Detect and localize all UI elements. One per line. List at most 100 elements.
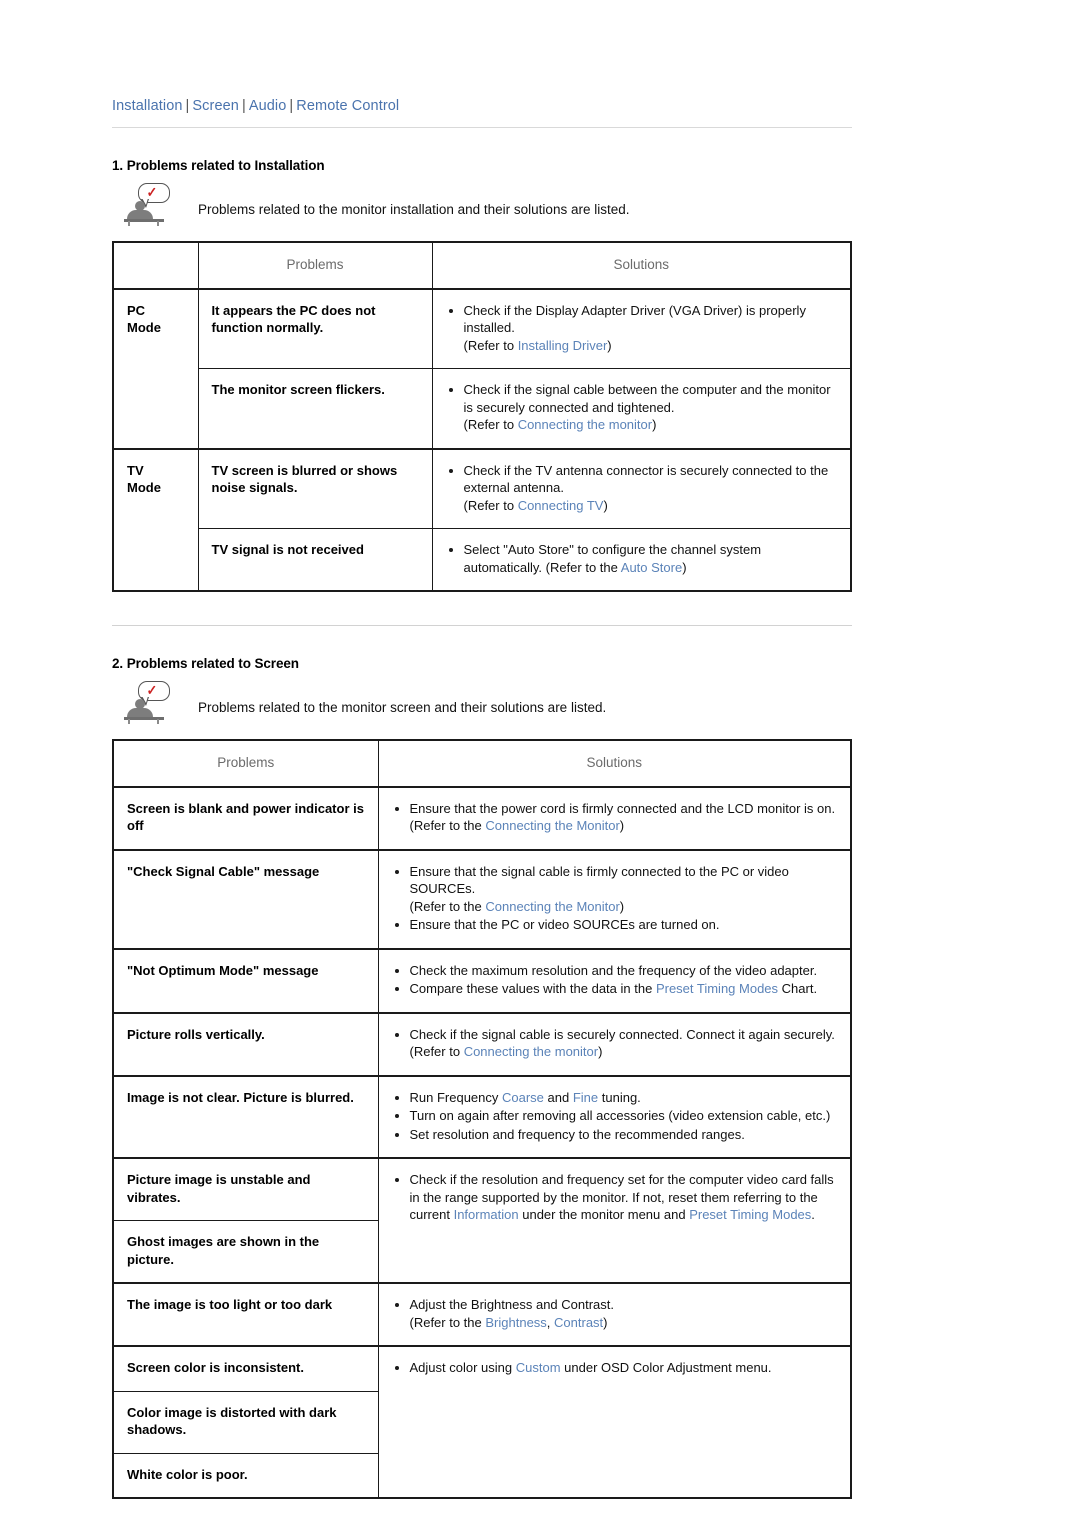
mode-cell-tv: TV Mode [112, 447, 199, 591]
link-installing-driver[interactable]: Installing Driver [518, 338, 608, 353]
solution-cell: Ensure that the signal cable is firmly c… [377, 848, 852, 949]
section-note-installation: ✓ Problems related to the monitor instal… [112, 183, 852, 226]
list-item: Adjust the Brightness and Contrast. (Refe… [392, 1296, 838, 1331]
desk-leg-right [157, 719, 159, 724]
person-body-shape [127, 708, 153, 717]
table-row: "Check Signal Cable" message Ensure that… [112, 848, 852, 949]
problem-cell: White color is poor. [112, 1452, 379, 1499]
list-item: Ensure that the signal cable is firmly c… [392, 863, 838, 916]
solution-cell: Run Frequency Coarse and Fine tuning. Tu… [377, 1074, 852, 1159]
col-header-solutions: Solutions [377, 739, 852, 788]
problem-cell: The monitor screen flickers. [197, 368, 433, 449]
solution-cell: Check if the resolution and frequency se… [377, 1157, 852, 1284]
link-coarse[interactable]: Coarse [502, 1090, 544, 1105]
problem-cell: Picture image is unstable and vibrates. [112, 1157, 379, 1221]
problem-cell: It appears the PC does not function norm… [197, 288, 433, 369]
person-speech-bubble-check-icon: ✓ [124, 681, 180, 724]
screen-table-body: Screen is blank and power indicator is o… [112, 785, 852, 1499]
solution-cell: Select "Auto Store" to configure the cha… [431, 528, 852, 592]
problem-cell: Image is not clear. Picture is blurred. [112, 1074, 379, 1159]
table-row: Image is not clear. Picture is blurred. … [112, 1074, 852, 1159]
link-fine[interactable]: Fine [573, 1090, 598, 1105]
problem-cell: Screen color is inconsistent. [112, 1345, 379, 1392]
link-brightness[interactable]: Brightness [485, 1315, 546, 1330]
problem-cell: "Not Optimum Mode" message [112, 947, 379, 1013]
section-screen: 2. Problems related to Screen ✓ Problems… [112, 656, 852, 1499]
link-connecting-tv[interactable]: Connecting TV [518, 498, 604, 513]
desk-leg-left [128, 221, 130, 226]
link-connecting-the-monitor[interactable]: Connecting the Monitor [485, 899, 619, 914]
link-auto-store[interactable]: Auto Store [621, 560, 682, 575]
table-row: "Not Optimum Mode" message Check the max… [112, 947, 852, 1013]
desk-leg-right [157, 221, 159, 226]
problem-cell: "Check Signal Cable" message [112, 848, 379, 949]
screen-problems-table: Problems Solutions Screen is blank and p… [112, 739, 852, 1499]
table-row: The image is too light or too dark Adjus… [112, 1282, 852, 1347]
list-item: Run Frequency Coarse and Fine tuning. [392, 1089, 838, 1107]
problem-cell: Picture rolls vertically. [112, 1011, 379, 1076]
list-item: Ensure that the power cord is firmly con… [392, 800, 838, 835]
check-mark-icon: ✓ [146, 682, 158, 698]
installation-table-body: PC Mode It appears the PC does not functi… [112, 288, 852, 592]
table-row: The monitor screen flickers. Check if th… [113, 368, 852, 449]
list-item: Check if the resolution and frequency se… [392, 1171, 838, 1224]
section-title-installation: 1. Problems related to Installation [112, 158, 325, 173]
list-item: Check if the signal cable is securely co… [392, 1026, 838, 1061]
person-body-shape [127, 210, 153, 219]
section-title-screen: 2. Problems related to Screen [112, 656, 299, 671]
table-header-row: Problems Solutions [112, 739, 852, 788]
link-custom[interactable]: Custom [516, 1360, 561, 1375]
table-row: Screen is blank and power indicator is o… [112, 785, 852, 850]
section-note-text-screen: Problems related to the monitor screen a… [198, 700, 607, 715]
list-item: Compare these values with the data in th… [392, 980, 838, 998]
section-note-text-installation: Problems related to the monitor installa… [198, 202, 630, 217]
solution-cell: Adjust the Brightness and Contrast. (Refe… [377, 1282, 852, 1347]
solution-cell: Ensure that the power cord is firmly con… [377, 785, 852, 850]
list-item: Set resolution and frequency to the reco… [392, 1126, 838, 1144]
breadcrumb-link-screen[interactable]: Screen [192, 98, 239, 114]
problem-cell: Ghost images are shown in the picture. [112, 1220, 379, 1284]
table-row: Picture rolls vertically. Check if the s… [112, 1011, 852, 1076]
page-content: Installation | Screen | Audio | Remote Control… [112, 96, 852, 1499]
col-header-mode [112, 241, 199, 290]
link-connecting-the-monitor[interactable]: Connecting the monitor [464, 1044, 598, 1059]
problem-cell: The image is too light or too dark [112, 1282, 379, 1347]
col-header-problems: Problems [112, 739, 379, 788]
breadcrumb-separator: | [185, 98, 190, 114]
troubleshooting-page: Installation | Screen | Audio | Remote Control… [0, 0, 1080, 1528]
list-item: Check if the Display Adapter Driver (VGA… [446, 302, 838, 355]
table-header-row: Problems Solutions [112, 241, 852, 290]
list-item: Check if the signal cable between the co… [446, 381, 838, 434]
breadcrumb-link-installation[interactable]: Installation [112, 98, 183, 114]
table-row: Picture image is unstable and vibrates. … [112, 1157, 852, 1284]
solution-cell: Check if the signal cable is securely co… [377, 1011, 852, 1076]
table-row: Screen color is inconsistent. Adjust col… [112, 1345, 852, 1499]
section-installation: 1. Problems related to Installation ✓ Pr… [112, 158, 852, 592]
table-row: PC Mode It appears the PC does not functi… [112, 288, 852, 450]
link-connecting-the-monitor[interactable]: Connecting the monitor [518, 417, 652, 432]
solution-cell: Check the maximum resolution and the fre… [377, 947, 852, 1013]
list-item: Turn on again after removing all accesso… [392, 1107, 838, 1125]
list-item: Ensure that the PC or video SOURCEs are … [392, 916, 838, 934]
breadcrumb-link-audio[interactable]: Audio [249, 98, 287, 114]
breadcrumb: Installation | Screen | Audio | Remote Control [112, 96, 852, 127]
link-contrast[interactable]: Contrast [554, 1315, 603, 1330]
solution-cell: Check if the signal cable between the co… [431, 368, 852, 449]
breadcrumb-divider [112, 127, 852, 128]
section-divider [112, 625, 852, 626]
problem-cell: TV screen is blurred or shows noise sign… [197, 447, 433, 529]
list-item: Check the maximum resolution and the fre… [392, 962, 838, 980]
list-item: Adjust color using Custom under OSD Colo… [392, 1359, 838, 1377]
problem-cell: TV signal is not received [197, 528, 433, 592]
link-information[interactable]: Information [454, 1207, 519, 1222]
col-header-solutions: Solutions [431, 241, 852, 290]
link-preset-timing-modes[interactable]: Preset Timing Modes [689, 1207, 811, 1222]
installation-problems-table: Problems Solutions PC Mode It appears the… [112, 241, 852, 592]
desk-leg-left [128, 719, 130, 724]
breadcrumb-link-remote-control[interactable]: Remote Control [296, 98, 399, 114]
mode-cell-pc: PC Mode [112, 288, 199, 450]
link-connecting-the-monitor[interactable]: Connecting the Monitor [485, 818, 619, 833]
problem-cell: Color image is distorted with dark shado… [112, 1390, 379, 1454]
link-preset-timing-modes[interactable]: Preset Timing Modes [656, 981, 778, 996]
solution-cell: Check if the Display Adapter Driver (VGA… [431, 288, 852, 369]
